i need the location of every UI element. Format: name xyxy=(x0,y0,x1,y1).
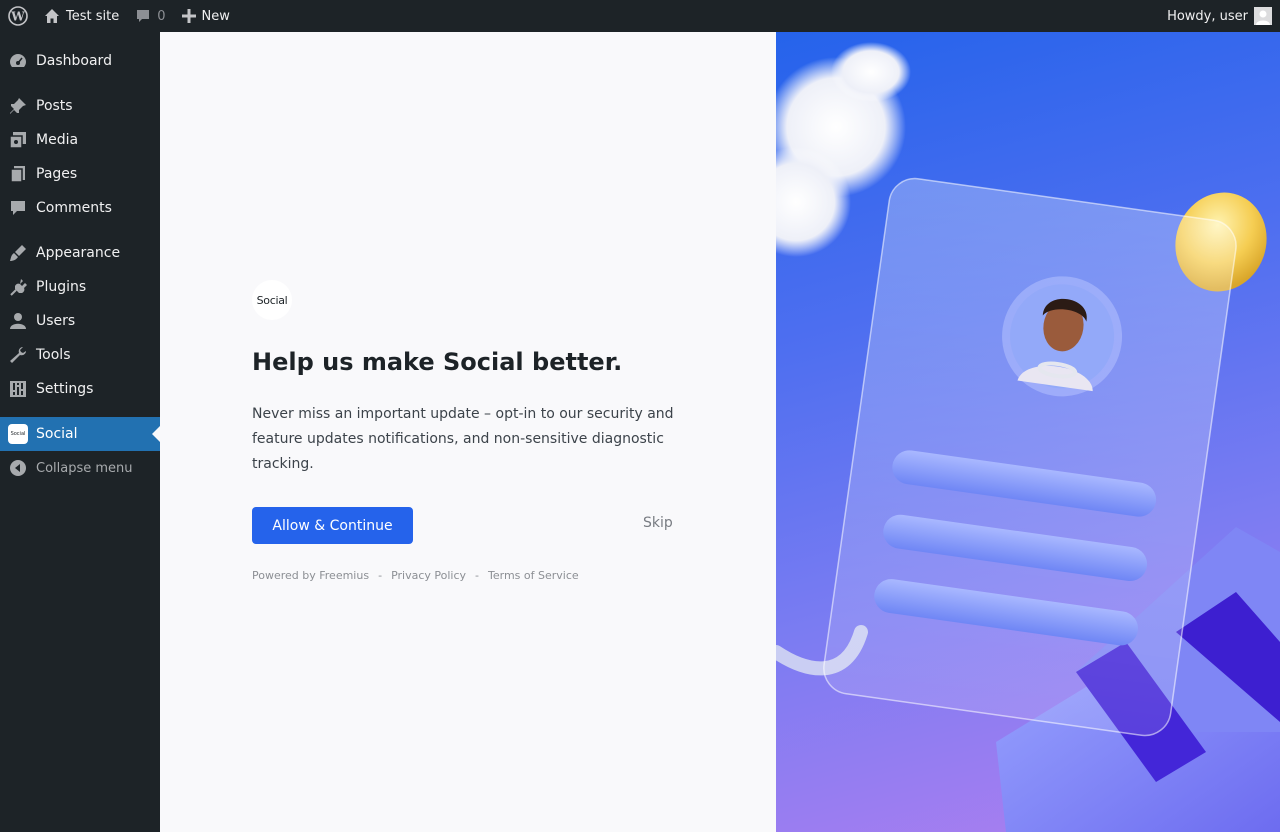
sidebar-item-posts[interactable]: Posts xyxy=(0,89,160,123)
wordpress-logo-icon: W xyxy=(8,6,28,26)
settings-icon xyxy=(10,381,26,397)
collapse-menu-label: Collapse menu xyxy=(36,460,133,476)
site-name-link[interactable]: Test site xyxy=(36,0,127,32)
sidebar-item-dashboard[interactable]: Dashboard xyxy=(0,44,160,78)
media-icon xyxy=(9,132,26,149)
plus-icon xyxy=(181,9,196,23)
dashboard-icon xyxy=(10,54,26,67)
sidebar-item-label: Pages xyxy=(36,166,78,182)
sidebar-item-label: Media xyxy=(36,132,79,148)
sidebar-item-label: Dashboard xyxy=(36,53,112,69)
my-account-link[interactable]: Howdy, user xyxy=(1159,0,1280,32)
sidebar-item-pages[interactable]: Pages xyxy=(0,157,160,191)
pages-icon xyxy=(10,166,25,183)
sidebar-item-plugins[interactable]: Plugins xyxy=(0,270,160,304)
optin-footer: Powered by Freemius - Privacy Policy - Terms… xyxy=(252,569,579,582)
plug-icon xyxy=(10,279,27,296)
collapse-arrow-icon xyxy=(10,460,26,476)
privacy-policy-link[interactable]: Privacy Policy xyxy=(391,569,466,582)
footer-separator: - xyxy=(378,569,383,582)
allow-continue-button[interactable]: Allow & Continue xyxy=(252,507,413,544)
hero-illustration xyxy=(776,32,1280,832)
optin-panel: Social Help us make Social better. Never… xyxy=(160,32,776,832)
pin-icon xyxy=(10,98,26,114)
comment-count: 0 xyxy=(157,8,166,24)
admin-sidebar: Dashboard Posts Media Pages Comments App… xyxy=(0,32,160,832)
sidebar-item-tools[interactable]: Tools xyxy=(0,338,160,372)
collapse-menu-button[interactable]: Collapse menu xyxy=(0,451,160,485)
brush-icon xyxy=(10,245,26,261)
social-logo-icon: Social xyxy=(8,424,28,444)
powered-by-freemius-link[interactable]: Powered by Freemius xyxy=(252,569,369,582)
comment-bubble-icon xyxy=(137,10,150,22)
sidebar-item-label: Comments xyxy=(36,200,112,216)
site-name-label: Test site xyxy=(66,8,120,24)
footer-separator: - xyxy=(475,569,480,582)
sidebar-item-label: Appearance xyxy=(36,245,121,261)
social-plugin-logo: Social xyxy=(252,280,292,320)
admin-bar: W Test site 0 New Howdy, user xyxy=(0,0,1280,32)
terms-of-service-link[interactable]: Terms of Service xyxy=(488,569,579,582)
optin-heading: Help us make Social better. xyxy=(252,348,623,376)
sidebar-item-appearance[interactable]: Appearance xyxy=(0,236,160,270)
sidebar-item-settings[interactable]: Settings xyxy=(0,372,160,406)
sidebar-item-label: Tools xyxy=(36,347,71,363)
svg-text:W: W xyxy=(10,10,25,24)
sidebar-item-label: Users xyxy=(36,313,76,329)
new-content-link[interactable]: New xyxy=(174,0,238,32)
comment-icon xyxy=(11,201,25,215)
sidebar-item-label: Settings xyxy=(36,381,94,397)
sidebar-item-users[interactable]: Users xyxy=(0,304,160,338)
greeting-label: Howdy, user xyxy=(1167,8,1248,24)
optin-description: Never miss an important update – opt-in … xyxy=(252,406,674,472)
sidebar-item-label: Social xyxy=(36,426,78,442)
new-label: New xyxy=(201,8,230,24)
sidebar-item-comments[interactable]: Comments xyxy=(0,191,160,225)
sidebar-item-label: Plugins xyxy=(36,279,87,295)
hero-artwork xyxy=(776,42,1280,832)
wrench-icon xyxy=(10,347,26,363)
user-icon xyxy=(10,313,26,329)
sidebar-item-media[interactable]: Media xyxy=(0,123,160,157)
comments-link[interactable]: 0 xyxy=(127,0,173,32)
home-icon xyxy=(45,9,59,23)
avatar xyxy=(1254,7,1272,25)
profile-card-illustration xyxy=(823,177,1237,737)
skip-link[interactable]: Skip xyxy=(643,515,673,531)
wordpress-logo-button[interactable]: W xyxy=(0,0,36,32)
sidebar-item-social[interactable]: Social Social xyxy=(0,417,160,451)
avatar-silhouette-icon xyxy=(1254,7,1272,25)
sidebar-item-label: Posts xyxy=(36,98,73,114)
